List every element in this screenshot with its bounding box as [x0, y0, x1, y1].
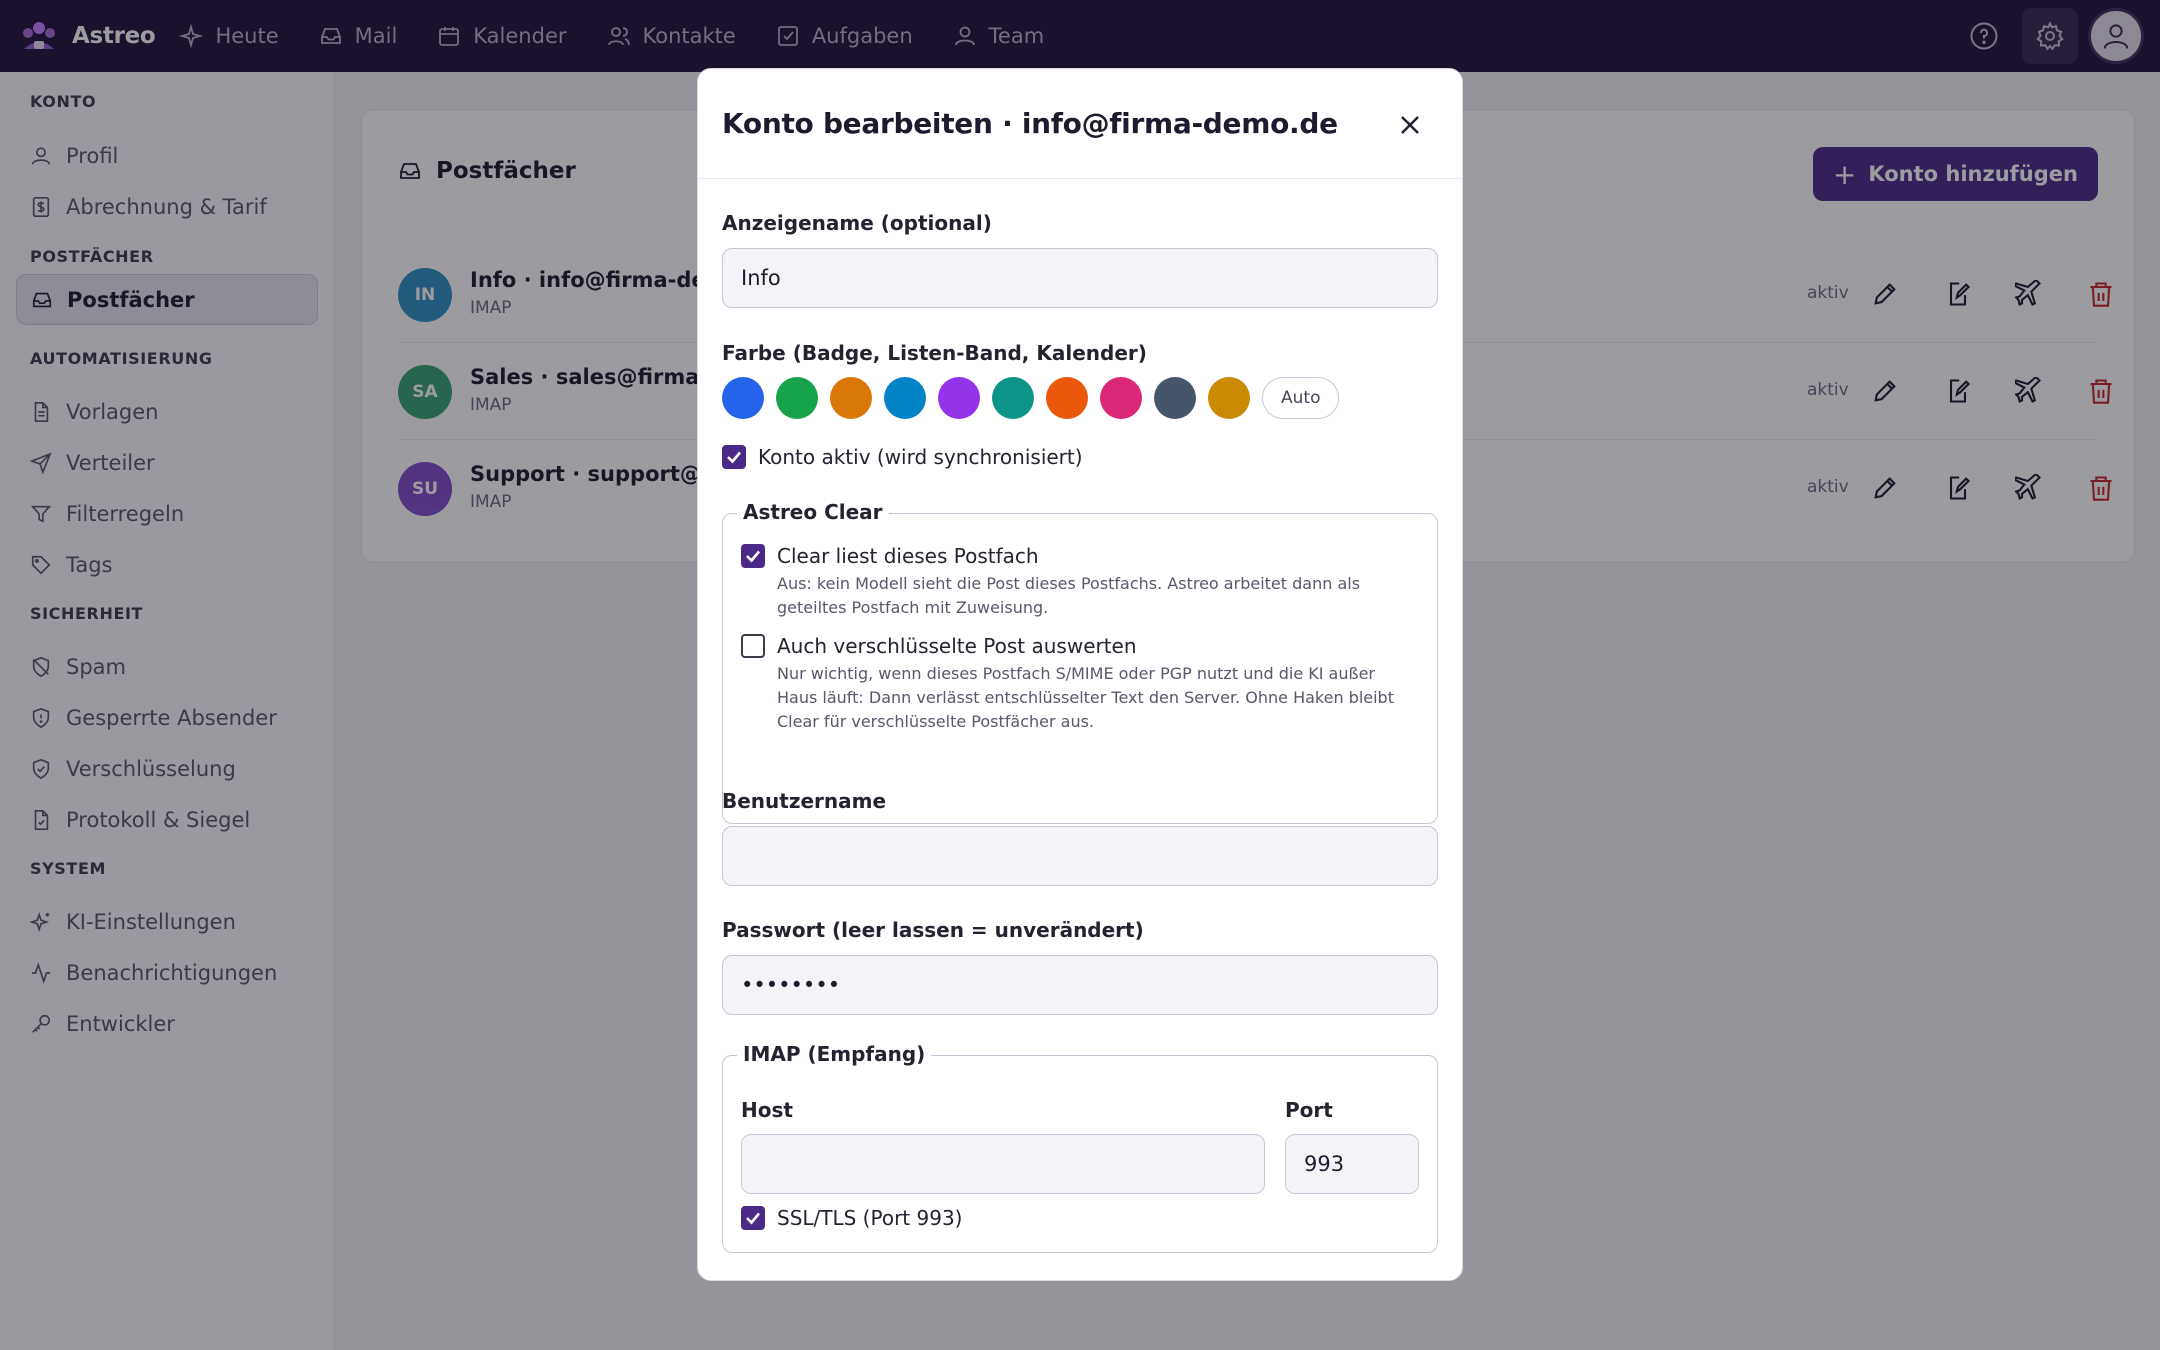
- color-swatch-green[interactable]: [776, 377, 818, 419]
- ssl-checkbox[interactable]: SSL/TLS (Port 993): [741, 1206, 962, 1230]
- username-label: Benutzername: [722, 789, 887, 813]
- password-input[interactable]: [722, 955, 1438, 1015]
- close-button[interactable]: [1398, 113, 1422, 137]
- color-swatch-sky[interactable]: [884, 377, 926, 419]
- color-swatch-orange[interactable]: [1046, 377, 1088, 419]
- checkbox-checked[interactable]: [722, 445, 746, 469]
- color-swatch-amber[interactable]: [830, 377, 872, 419]
- ssl-label: SSL/TLS (Port 993): [777, 1206, 963, 1230]
- color-swatch-purple[interactable]: [938, 377, 980, 419]
- clear-encrypted-checkbox[interactable]: Auch verschlüsselte Post auswerten Nur w…: [741, 634, 1401, 734]
- color-swatch-gold[interactable]: [1208, 377, 1250, 419]
- dialog-title: Konto bearbeiten · info@firma-demo.de: [722, 107, 1338, 140]
- account-active-label: Konto aktiv (wird synchronisiert): [758, 445, 1083, 469]
- clear-read-label: Clear liest dieses Postfach: [777, 544, 1039, 568]
- clear-read-checkbox[interactable]: Clear liest dieses Postfach Aus: kein Mo…: [741, 544, 1401, 620]
- check-icon: [746, 550, 761, 563]
- color-swatch-slate[interactable]: [1154, 377, 1196, 419]
- clear-encrypted-help: Nur wichtig, wenn dieses Postfach S/MIME…: [777, 664, 1394, 731]
- color-auto-button[interactable]: Auto: [1262, 377, 1340, 419]
- color-label: Farbe (Badge, Listen-Band, Kalender): [722, 341, 1147, 365]
- password-label: Passwort (leer lassen = unverändert): [722, 918, 1144, 942]
- color-swatch-blue[interactable]: [722, 377, 764, 419]
- checkbox-unchecked[interactable]: [741, 634, 765, 658]
- color-swatch-pink[interactable]: [1100, 377, 1142, 419]
- clear-encrypted-label: Auch verschlüsselte Post auswerten: [777, 634, 1137, 658]
- color-swatch-teal[interactable]: [992, 377, 1034, 419]
- imap-legend: IMAP (Empfang): [737, 1042, 932, 1066]
- checkbox-checked[interactable]: [741, 544, 765, 568]
- display-name-input[interactable]: [722, 248, 1438, 308]
- port-input[interactable]: [1285, 1134, 1419, 1194]
- display-name-label: Anzeigename (optional): [722, 211, 992, 235]
- imap-fieldset: IMAP (Empfang) Host Port SSL/TLS (Port 9…: [722, 1042, 1438, 1253]
- edit-account-dialog: Konto bearbeiten · info@firma-demo.de An…: [697, 68, 1463, 1281]
- account-active-checkbox[interactable]: Konto aktiv (wird synchronisiert): [722, 445, 1083, 469]
- username-input[interactable]: [722, 826, 1438, 886]
- astreo-clear-fieldset: Astreo Clear Clear liest dieses Postfach…: [722, 500, 1438, 824]
- clear-read-help: Aus: kein Modell sieht die Post dieses P…: [777, 574, 1361, 617]
- host-label: Host: [741, 1098, 793, 1122]
- dialog-header: Konto bearbeiten · info@firma-demo.de: [698, 69, 1462, 179]
- checkbox-checked[interactable]: [741, 1206, 765, 1230]
- host-input[interactable]: [741, 1134, 1265, 1194]
- check-icon: [746, 1212, 761, 1225]
- astreo-clear-legend: Astreo Clear: [737, 500, 889, 524]
- color-picker: Auto: [722, 377, 1340, 419]
- close-icon: [1401, 116, 1419, 134]
- check-icon: [727, 451, 742, 464]
- port-label: Port: [1285, 1098, 1333, 1122]
